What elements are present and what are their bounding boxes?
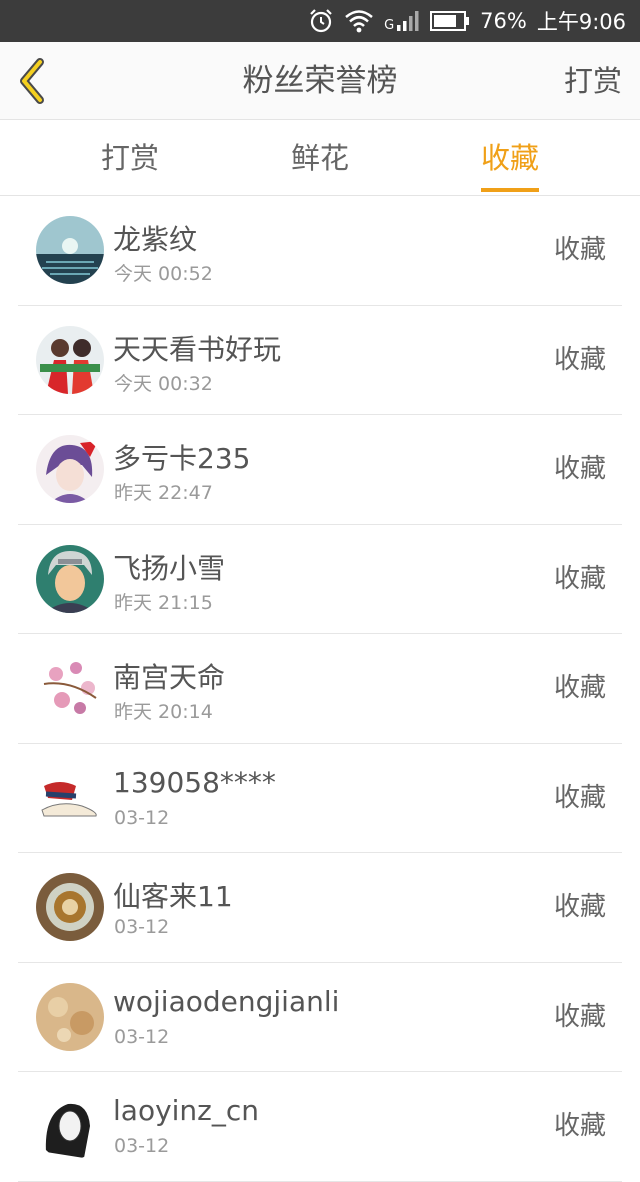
list-item[interactable]: 仙客来11 03-12 收藏	[18, 853, 622, 963]
avatar	[36, 873, 104, 941]
fan-action: 收藏	[553, 782, 606, 813]
cellular-signal-icon: G	[384, 10, 420, 33]
status-bar: G 76% 上午9:06	[0, 0, 640, 42]
tab-reward[interactable]: 打赏	[50, 120, 210, 196]
fan-time: 今天 00:32	[114, 372, 213, 395]
fan-action: 收藏	[553, 454, 606, 484]
list-item[interactable]: 多亏卡235 昨天 22:47 收藏	[18, 415, 622, 525]
tab-flowers[interactable]: 鲜花	[240, 120, 400, 196]
battery-percent: 76%	[480, 9, 527, 33]
avatar	[36, 982, 104, 1051]
fan-action: 收藏	[553, 235, 606, 265]
fan-time: 昨天 21:15	[114, 591, 213, 614]
battery-icon	[430, 10, 470, 32]
fan-time: 03-12	[114, 916, 170, 938]
list-item[interactable]: wojiaodengjianli 03-12 收藏	[18, 963, 622, 1072]
avatar	[36, 654, 104, 722]
avatar	[36, 763, 104, 832]
fan-time: 昨天 22:47	[114, 482, 213, 504]
fan-name: 天天看书好玩	[113, 332, 282, 366]
fan-action: 收藏	[553, 673, 606, 703]
fan-action: 收藏	[553, 1111, 606, 1141]
list-item[interactable]: 天天看书好玩 今天 00:32 收藏	[18, 306, 622, 415]
fan-action: 收藏	[553, 892, 606, 922]
fan-name: 仙客来11	[113, 880, 233, 913]
fan-name: 多亏卡235	[113, 442, 251, 475]
fan-list: 龙紫纹 今天 00:52 收藏 天天看书好玩 今天 00:32 收藏 多亏卡23…	[0, 196, 640, 1182]
fan-name: 南宫天命	[113, 661, 226, 694]
network-type-label: G	[384, 17, 395, 33]
fan-name: 139058****	[113, 765, 276, 799]
avatar	[36, 435, 104, 503]
page-title: 粉丝荣誉榜	[242, 63, 398, 99]
avatar	[36, 1092, 104, 1160]
fan-time: 03-12	[114, 806, 170, 829]
title-bar: 粉丝荣誉榜 打赏	[0, 42, 640, 120]
tab-label: 打赏	[100, 141, 159, 175]
fan-time: 03-12	[114, 1135, 170, 1157]
fan-time: 今天 00:52	[114, 263, 213, 285]
fan-name: laoyinz_cn	[113, 1094, 260, 1127]
tab-bar: 打赏 鲜花 收藏	[0, 120, 640, 196]
avatar	[36, 544, 104, 613]
reward-button[interactable]: 打赏	[564, 42, 622, 120]
fan-name: 飞扬小雪	[113, 551, 226, 585]
wifi-icon	[344, 9, 374, 33]
fan-action: 收藏	[553, 563, 606, 594]
list-item[interactable]: 龙紫纹 今天 00:52 收藏	[18, 196, 622, 306]
fan-action: 收藏	[553, 344, 606, 375]
tab-favorites[interactable]: 收藏	[430, 120, 590, 196]
fan-action: 收藏	[553, 1001, 606, 1032]
avatar	[36, 325, 104, 394]
avatar	[36, 216, 104, 284]
tab-label: 鲜花	[290, 141, 349, 175]
fan-time: 昨天 20:14	[114, 701, 213, 723]
fan-time: 03-12	[114, 1025, 170, 1048]
fan-name: 龙紫纹	[113, 223, 198, 256]
fan-name: wojiaodengjianli	[113, 984, 340, 1018]
list-item[interactable]: 飞扬小雪 昨天 21:15 收藏	[18, 525, 622, 634]
clock: 上午9:06	[536, 10, 626, 34]
active-tab-indicator	[481, 188, 539, 192]
list-item[interactable]: 139058**** 03-12 收藏	[18, 744, 622, 853]
list-item[interactable]: 南宫天命 昨天 20:14 收藏	[18, 634, 622, 744]
tab-label: 收藏	[480, 141, 539, 175]
alarm-icon	[308, 8, 334, 34]
list-item[interactable]: laoyinz_cn 03-12 收藏	[18, 1072, 622, 1182]
